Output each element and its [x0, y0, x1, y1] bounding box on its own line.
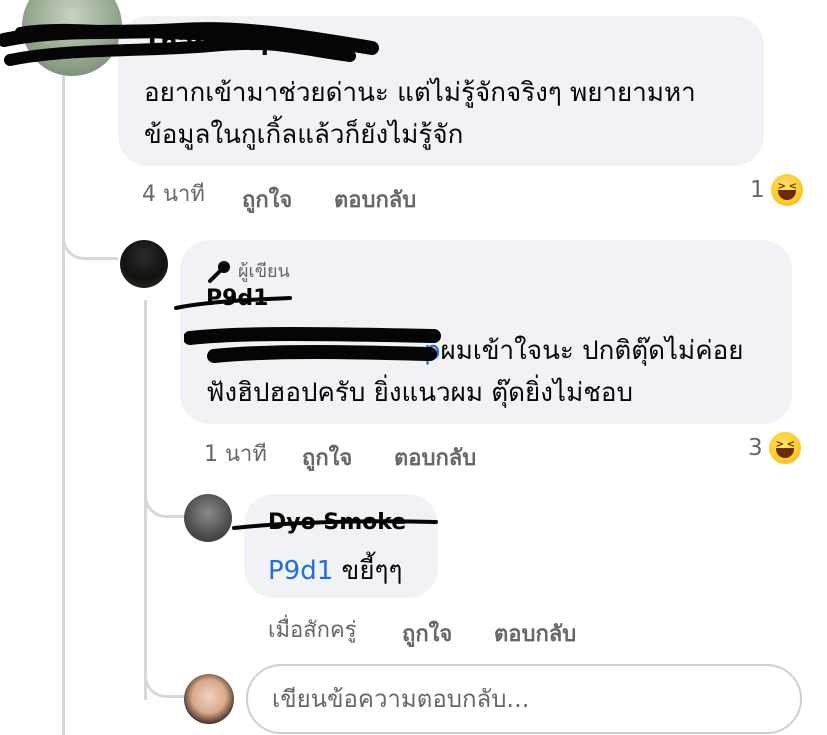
reaction-count-c2[interactable]: 3 > < [748, 432, 801, 464]
reaction-count-c1[interactable]: 1 > < [750, 174, 803, 206]
avatar-current-user[interactable] [184, 674, 234, 724]
reply-button-c2[interactable]: ตอบกลับ [394, 440, 476, 475]
reply-input-box[interactable] [246, 664, 802, 734]
comment-time-c2[interactable]: 1 นาที [204, 436, 267, 471]
avatar-c3[interactable] [184, 494, 232, 542]
thread-curve-c2 [62, 160, 118, 260]
reaction-number-c2: 3 [748, 435, 763, 461]
mention-link-c3[interactable]: P9d1 [268, 556, 333, 586]
thread-curve-c3 [144, 460, 184, 518]
strike-line-c2 [174, 296, 292, 310]
comment-text-c2-line2: ฟังฮิปฮอปครับ ยิ่งแนวผม ตุ๊ดยิ่งไม่ชอบ [206, 378, 633, 408]
microphone-icon [208, 260, 230, 283]
comment-text-c1-line2: ข้อมูลในกูเกิ้ลแล้วก็ยังไม่รู้จัก [144, 120, 464, 150]
comment-time-c1[interactable]: 4 นาที [142, 176, 205, 211]
strike-line-c3 [232, 519, 438, 530]
like-button-c2[interactable]: ถูกใจ [302, 440, 352, 475]
comment-time-c3[interactable]: เมื่อสักครู่ [268, 612, 357, 647]
haha-emoji-icon: > < [770, 174, 803, 206]
avatar-c2[interactable] [120, 240, 168, 288]
reply-button-c3[interactable]: ตอบกลับ [494, 616, 576, 651]
reaction-number-c1: 1 [750, 177, 765, 203]
author-badge: ผู้เขียน [206, 256, 290, 285]
author-badge-label: ผู้เขียน [238, 261, 290, 282]
redaction-scribble-c1 [0, 22, 379, 66]
like-button-c1[interactable]: ถูกใจ [242, 182, 292, 217]
reply-button-c1[interactable]: ตอบกลับ [334, 182, 416, 217]
redaction-scribble-c2 [184, 327, 441, 363]
thread-curve-input [144, 640, 184, 698]
comment-text-c3: P9d1 ขยี้ๆๆ [268, 556, 403, 586]
reply-input[interactable] [272, 685, 776, 713]
like-button-c3[interactable]: ถูกใจ [402, 616, 452, 651]
haha-emoji-icon: > < [768, 432, 801, 464]
